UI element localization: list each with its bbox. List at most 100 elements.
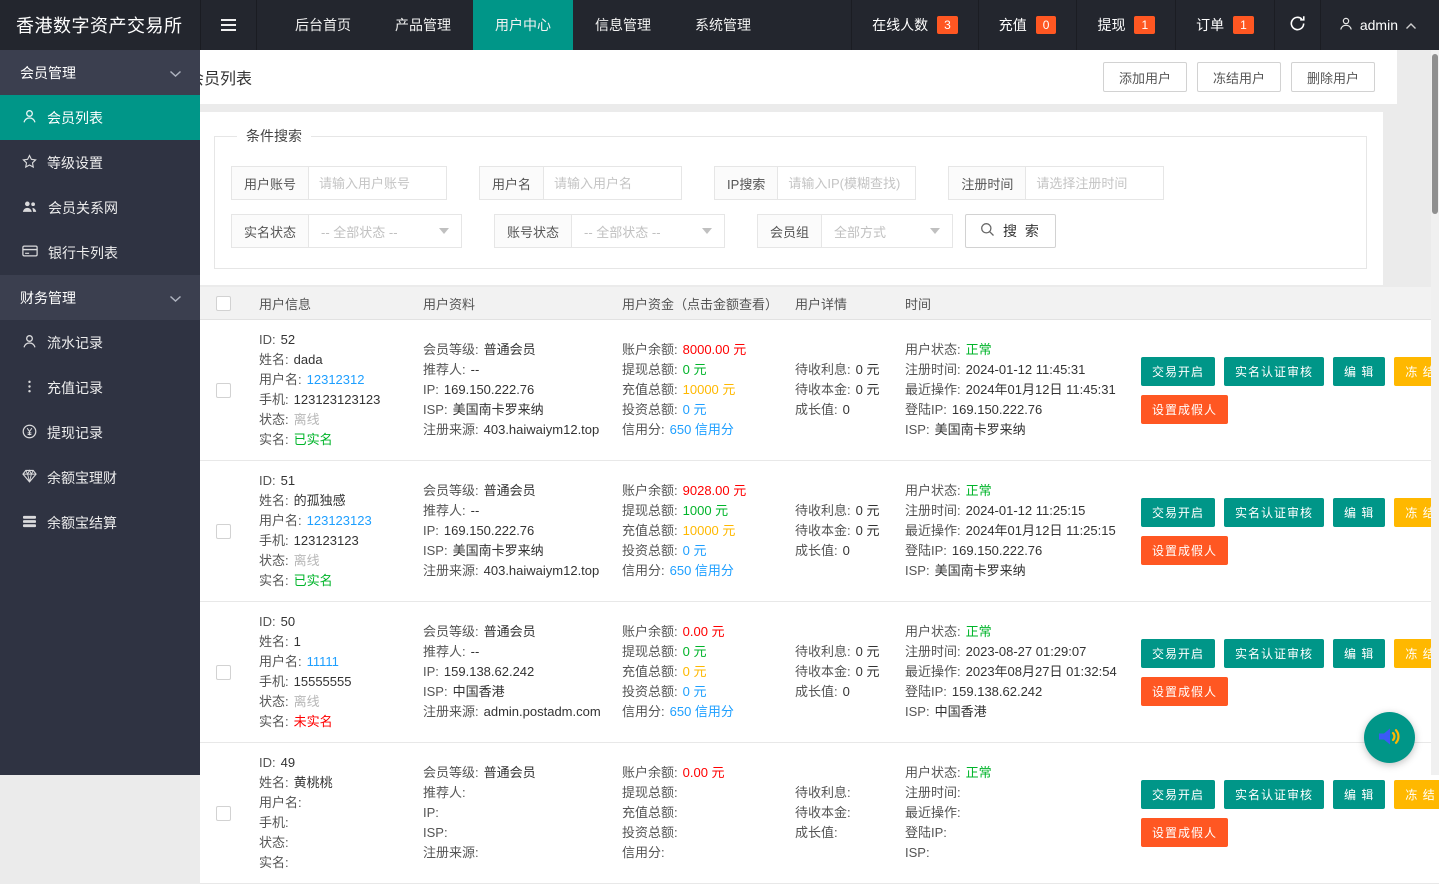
nav-info[interactable]: 信息管理 (573, 0, 673, 50)
sidebar-item-yuebao-finance[interactable]: 余额宝理财 (0, 455, 200, 500)
nav-products[interactable]: 产品管理 (373, 0, 473, 50)
realname-review-button[interactable]: 实名认证审核 (1224, 780, 1324, 809)
field-label: IP搜索 (715, 167, 778, 199)
withdraw-total[interactable]: 1000 元 (683, 503, 729, 518)
realname-status-select[interactable]: -- 全部状态 -- (309, 215, 461, 247)
refresh-button[interactable] (1274, 0, 1320, 50)
stat-recharge[interactable]: 充值 0 (978, 0, 1077, 50)
credit-score[interactable]: 650 信用分 (670, 704, 734, 719)
username-input[interactable] (544, 167, 681, 199)
row-checkbox[interactable] (216, 806, 231, 821)
realname-review-button[interactable]: 实名认证审核 (1224, 498, 1324, 527)
delete-user-button[interactable]: 删除用户 (1291, 62, 1375, 92)
sidebar-item-bank-cards[interactable]: 银行卡列表 (0, 230, 200, 275)
vertical-scrollbar[interactable] (1431, 50, 1439, 775)
select-all-checkbox[interactable] (216, 296, 231, 311)
sidebar-item-member-list[interactable]: 会员列表 (0, 95, 200, 140)
login-ip: 169.150.222.76 (952, 543, 1042, 558)
row-checkbox[interactable] (216, 383, 231, 398)
stat-online-users[interactable]: 在线人数 3 (851, 0, 978, 50)
freeze-user-button[interactable]: 冻结用户 (1197, 62, 1281, 92)
username-link[interactable]: 11111 (307, 654, 339, 669)
user-status: 正常 (966, 765, 992, 780)
row-checkbox[interactable] (216, 524, 231, 539)
announcement-button[interactable] (1364, 712, 1415, 763)
credit-score[interactable]: 650 信用分 (670, 563, 734, 578)
sidebar-item-recharge-records[interactable]: 充值记录 (0, 365, 200, 410)
sidebar-group-member-mgmt[interactable]: 会员管理 (0, 50, 200, 95)
scrollbar-thumb[interactable] (1432, 54, 1438, 214)
pending-principal: 0 元 (856, 382, 880, 397)
menu-toggle-icon[interactable] (200, 0, 257, 50)
username-link[interactable]: 123123123 (307, 513, 372, 528)
invest-total[interactable]: 0 元 (683, 684, 707, 699)
nav-system[interactable]: 系统管理 (673, 0, 773, 50)
account-balance[interactable]: 8000.00 元 (683, 342, 747, 357)
sidebar-group-finance-mgmt[interactable]: 财务管理 (0, 275, 200, 320)
sidebar-item-label: 等级设置 (47, 153, 103, 173)
account-status-select[interactable]: -- 全部状态 -- (572, 215, 724, 247)
sidebar-item-withdraw-records[interactable]: 提现记录 (0, 410, 200, 455)
edit-button[interactable]: 编 辑 (1333, 639, 1385, 668)
set-fake-user-button[interactable]: 设置成假人 (1141, 677, 1228, 706)
set-fake-user-button[interactable]: 设置成假人 (1141, 395, 1228, 424)
add-user-button[interactable]: 添加用户 (1103, 62, 1187, 92)
referrer: -- (471, 644, 480, 659)
bank-card-icon (22, 244, 38, 261)
withdraw-total[interactable]: 0 元 (683, 644, 707, 659)
field-label: 会员组 (758, 215, 822, 247)
sidebar-item-label: 银行卡列表 (48, 243, 118, 263)
table-header: 用户信息 用户资料 用户资金（点击金额查看） 用户详情 时间 (200, 287, 1439, 320)
login-ip: 169.150.222.76 (952, 402, 1042, 417)
invest-total[interactable]: 0 元 (683, 402, 707, 417)
online-status: 离线 (294, 553, 320, 568)
user-account-input[interactable] (309, 167, 446, 199)
layers-icon (22, 515, 37, 531)
trade-toggle-button[interactable]: 交易开启 (1141, 498, 1215, 527)
credit-score[interactable]: 650 信用分 (670, 422, 734, 437)
edit-button[interactable]: 编 辑 (1333, 498, 1385, 527)
freeze-button[interactable]: 冻 结 (1394, 780, 1439, 809)
reg-time-input[interactable] (1026, 167, 1163, 199)
realname-review-button[interactable]: 实名认证审核 (1224, 639, 1324, 668)
invest-total[interactable]: 0 元 (683, 543, 707, 558)
nav-user-center[interactable]: 用户中心 (473, 0, 573, 50)
admin-menu[interactable]: admin (1320, 0, 1439, 50)
trade-toggle-button[interactable]: 交易开启 (1141, 780, 1215, 809)
realname-status: 已实名 (294, 573, 333, 588)
edit-button[interactable]: 编 辑 (1333, 780, 1385, 809)
recharge-total[interactable]: 10000 元 (683, 382, 736, 397)
sidebar-item-member-network[interactable]: 会员关系网 (0, 185, 200, 230)
nav-dashboard[interactable]: 后台首页 (273, 0, 373, 50)
search-button[interactable]: 搜 索 (965, 214, 1056, 248)
trade-toggle-button[interactable]: 交易开启 (1141, 357, 1215, 386)
stat-withdraw[interactable]: 提现 1 (1076, 0, 1175, 50)
stat-label: 在线人数 (872, 15, 928, 35)
account-balance[interactable]: 0.00 元 (683, 765, 725, 780)
member-group-select[interactable]: 全部方式 (822, 215, 952, 247)
sidebar-item-flow-records[interactable]: 流水记录 (0, 320, 200, 365)
ip-search-input[interactable] (778, 167, 915, 199)
username-link[interactable]: 12312312 (307, 372, 365, 387)
trade-toggle-button[interactable]: 交易开启 (1141, 639, 1215, 668)
cell-time: 用户状态:正常 注册时间:2024-01-12 11:25:15 最近操作:20… (897, 481, 1131, 581)
select-value: -- 全部状态 -- (321, 222, 398, 241)
edit-button[interactable]: 编 辑 (1333, 357, 1385, 386)
realname-status: 已实名 (294, 432, 333, 447)
page-actions: 添加用户 冻结用户 删除用户 (1103, 62, 1397, 92)
sidebar-item-level-settings[interactable]: 等级设置 (0, 140, 200, 185)
realname-review-button[interactable]: 实名认证审核 (1224, 357, 1324, 386)
cell-user-profile: 会员等级:普通会员 推荐人:-- IP:159.138.62.242 ISP:中… (415, 622, 612, 722)
account-balance[interactable]: 0.00 元 (683, 624, 725, 639)
recharge-total[interactable]: 10000 元 (683, 523, 736, 538)
stat-orders[interactable]: 订单 1 (1175, 0, 1274, 50)
set-fake-user-button[interactable]: 设置成假人 (1141, 536, 1228, 565)
row-checkbox[interactable] (216, 665, 231, 680)
growth-value: 0 (843, 402, 850, 417)
account-balance[interactable]: 9028.00 元 (683, 483, 747, 498)
withdraw-total[interactable]: 0 元 (683, 362, 707, 377)
sidebar-item-yuebao-settlement[interactable]: 余额宝结算 (0, 500, 200, 545)
star-icon (22, 154, 37, 172)
set-fake-user-button[interactable]: 设置成假人 (1141, 818, 1228, 847)
recharge-total[interactable]: 0 元 (683, 664, 707, 679)
